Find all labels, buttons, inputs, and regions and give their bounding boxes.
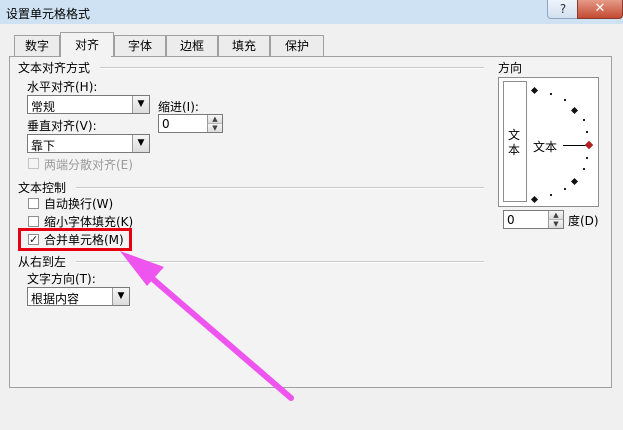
annotation-arrow-icon	[120, 251, 294, 401]
